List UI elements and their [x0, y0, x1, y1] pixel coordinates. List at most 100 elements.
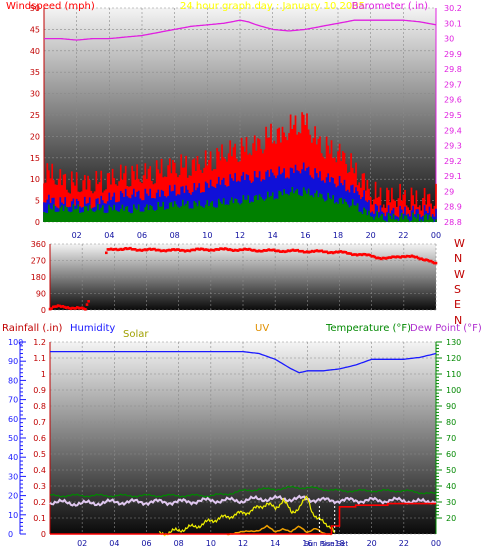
compass-label-w: W [454, 237, 465, 250]
humidity-tick-label: 10 [8, 511, 18, 520]
wind-x-tick-label: 16 [300, 231, 310, 240]
atmosphere-x-tick-label: 04 [109, 539, 119, 548]
windspeed-tick-label: 20 [30, 132, 40, 141]
direction-point [105, 251, 108, 255]
temperature-tick-label: 90 [446, 402, 456, 411]
humidity-axis-label: Humidity [70, 323, 115, 334]
atmosphere-x-tick-label: 00 [431, 539, 441, 548]
direction-point [84, 308, 87, 311]
graph-title: 24 hour graph day : January 10 2005 [180, 1, 365, 12]
uv-axis-label: UV [255, 323, 269, 334]
rainfall-tick-label: 0.2 [33, 498, 46, 507]
atmosphere-x-tick-label: 14 [270, 539, 280, 548]
humidity-tick-label: 50 [8, 434, 18, 443]
barometer-tick-label: 29.7 [444, 80, 462, 89]
wind-x-tick-label: 20 [366, 231, 376, 240]
atmosphere-x-tick-label: 12 [238, 539, 248, 548]
temperature-tick-label: 40 [446, 482, 456, 491]
humidity-tick-label: 80 [8, 376, 18, 385]
rainfall-tick-label: 0.1 [33, 514, 46, 523]
barometer-tick-label: 28.9 [444, 203, 462, 212]
humidity-tick-label: 100 [8, 338, 23, 347]
humidity-tick-label: 70 [8, 396, 18, 405]
temperature-tick-label: 120 [446, 354, 461, 363]
wind-x-tick-label: 10 [202, 231, 212, 240]
direction-point [87, 300, 90, 303]
barometer-tick-label: 30.2 [444, 4, 462, 13]
direction-tick-label: 270 [31, 257, 46, 266]
barometer-tick-label: 29.1 [444, 172, 462, 181]
rainfall-tick-label: 0.4 [33, 466, 46, 475]
compass-label-s: S [454, 283, 461, 296]
rainfall-tick-label: 0.7 [33, 418, 46, 427]
weather-graphs: 0510152025303540455028.828.92929.129.229… [2, 1, 482, 548]
windspeed-tick-label: 0 [35, 218, 40, 227]
wind-x-tick-label: 04 [104, 231, 114, 240]
rainfall-tick-label: 0.6 [33, 434, 46, 443]
wind-direction-panel: 090180270360 WNWSEN [31, 237, 465, 327]
barometer-tick-label: 29.2 [444, 157, 462, 166]
windspeed-axis-label: Windspeed (mph) [6, 1, 95, 12]
atmosphere-x-tick-label: 22 [399, 539, 409, 548]
rainfall-tick-label: 0.8 [33, 402, 46, 411]
wind-x-tick-label: 00 [431, 231, 441, 240]
barometer-tick-label: 30 [444, 35, 454, 44]
compass-labels: WNWSEN [454, 237, 465, 327]
windspeed-tick-label: 5 [35, 197, 40, 206]
direction-tick-label: 90 [36, 290, 46, 299]
wind-x-tick-label: 22 [398, 231, 408, 240]
rainfall-axis-label: Rainfall (.in) [2, 323, 63, 334]
temperature-tick-label: 50 [446, 466, 456, 475]
atmosphere-panel: 010203040506070809010000.10.20.30.40.50.… [2, 323, 482, 548]
sun-event-label: Sun Set [321, 540, 348, 548]
windspeed-tick-label: 25 [30, 111, 40, 120]
barometer-tick-label: 28.8 [444, 218, 462, 227]
temperature-tick-label: 130 [446, 338, 461, 347]
humidity-tick-label: 40 [8, 453, 18, 462]
humidity-tick-label: 90 [8, 357, 18, 366]
compass-label-w: W [454, 268, 465, 281]
atmosphere-x-tick-label: 08 [174, 539, 184, 548]
atmosphere-x-tick-label: 06 [141, 539, 151, 548]
windspeed-tick-label: 35 [30, 68, 40, 77]
humidity-tick-label: 60 [8, 415, 18, 424]
humidity-tick-label: 0 [8, 530, 13, 539]
barometer-tick-label: 29.4 [444, 126, 462, 135]
windspeed-tick-label: 30 [30, 90, 40, 99]
direction-point [85, 303, 89, 306]
direction-ticks: 0 90 180 270 360 [31, 240, 46, 315]
humidity-tick-label: 30 [8, 472, 18, 481]
barometer-tick-label: 29.3 [444, 142, 462, 151]
atmosphere-x-tick-label: 10 [206, 539, 216, 548]
wind-x-tick-label: 02 [72, 231, 82, 240]
wind-barometer-panel: 0510152025303540455028.828.92929.129.229… [6, 1, 462, 240]
rainfall-tick-label: 1 [41, 370, 46, 379]
wind-x-tick-label: 08 [170, 231, 180, 240]
direction-tick-label: 360 [31, 240, 46, 249]
compass-label-n: N [454, 252, 462, 265]
barometer-tick-label: 29.8 [444, 65, 462, 74]
temperature-tick-label: 20 [446, 514, 456, 523]
temperature-tick-label: 80 [446, 418, 456, 427]
solar-axis-label: Solar [123, 329, 149, 340]
temperature-tick-label: 70 [446, 434, 456, 443]
humidity-tick-label: 20 [8, 492, 18, 501]
windspeed-tick-label: 45 [30, 25, 40, 34]
rainfall-tick-label: 1.2 [33, 338, 46, 347]
temperature-axis-label: Temperature (°F) [325, 323, 411, 334]
barometer-tick-label: 30.1 [444, 19, 462, 28]
rainfall-tick-label: 1.1 [33, 354, 46, 363]
atmosphere-x-tick-label: 02 [77, 539, 87, 548]
rainfall-tick-label: 0 [41, 530, 46, 539]
barometer-tick-label: 29.9 [444, 50, 462, 59]
barometer-tick-label: 29 [444, 187, 454, 196]
temperature-tick-label: 60 [446, 450, 456, 459]
wind-x-tick-label: 06 [137, 231, 147, 240]
rainfall-tick-label: 0.9 [33, 386, 46, 395]
barometer-tick-label: 29.6 [444, 96, 462, 105]
direction-point [434, 261, 438, 265]
temperature-tick-label: 30 [446, 498, 456, 507]
temperature-tick-label: 110 [446, 370, 461, 379]
windspeed-tick-label: 40 [30, 47, 40, 56]
dew-point-axis-label: Dew Point (°F) [410, 323, 482, 334]
